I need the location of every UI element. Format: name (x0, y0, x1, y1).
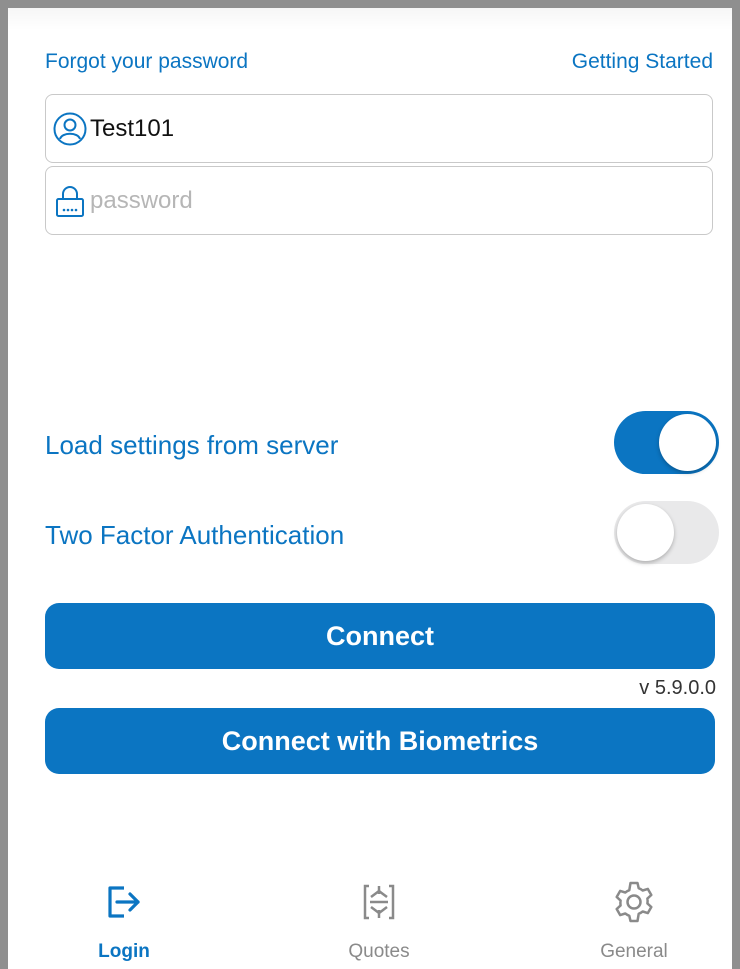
gear-icon (610, 878, 658, 926)
login-arrow-icon (100, 878, 148, 926)
connect-button[interactable]: Connect (45, 603, 715, 669)
load-settings-label: Load settings from server (45, 430, 339, 460)
password-input[interactable] (88, 186, 670, 215)
tab-login[interactable]: Login (54, 858, 194, 969)
two-factor-toggle[interactable] (614, 501, 719, 564)
lock-icon (52, 183, 88, 219)
tab-general-label: General (600, 941, 668, 962)
connect-biometrics-button[interactable]: Connect with Biometrics (45, 708, 715, 774)
toggle-knob (659, 414, 716, 471)
tab-quotes[interactable]: Quotes (309, 858, 449, 969)
getting-started-link[interactable]: Getting Started (572, 50, 713, 74)
version-label: v 5.9.0.0 (639, 677, 716, 699)
quotes-icon (355, 878, 403, 926)
username-input[interactable] (88, 114, 670, 143)
login-screen: Forgot your password Getting Started Loa… (8, 8, 732, 969)
toggle-knob (617, 504, 674, 561)
username-field[interactable] (45, 94, 713, 163)
tab-quotes-label: Quotes (348, 941, 410, 962)
forgot-password-link[interactable]: Forgot your password (45, 50, 248, 74)
user-icon (52, 111, 88, 147)
tab-general[interactable]: General (564, 858, 704, 969)
password-field[interactable] (45, 166, 713, 235)
tab-bar: Login Quotes General (8, 858, 732, 969)
tab-login-label: Login (98, 941, 150, 962)
load-settings-toggle[interactable] (614, 411, 719, 474)
two-factor-label: Two Factor Authentication (45, 520, 345, 550)
